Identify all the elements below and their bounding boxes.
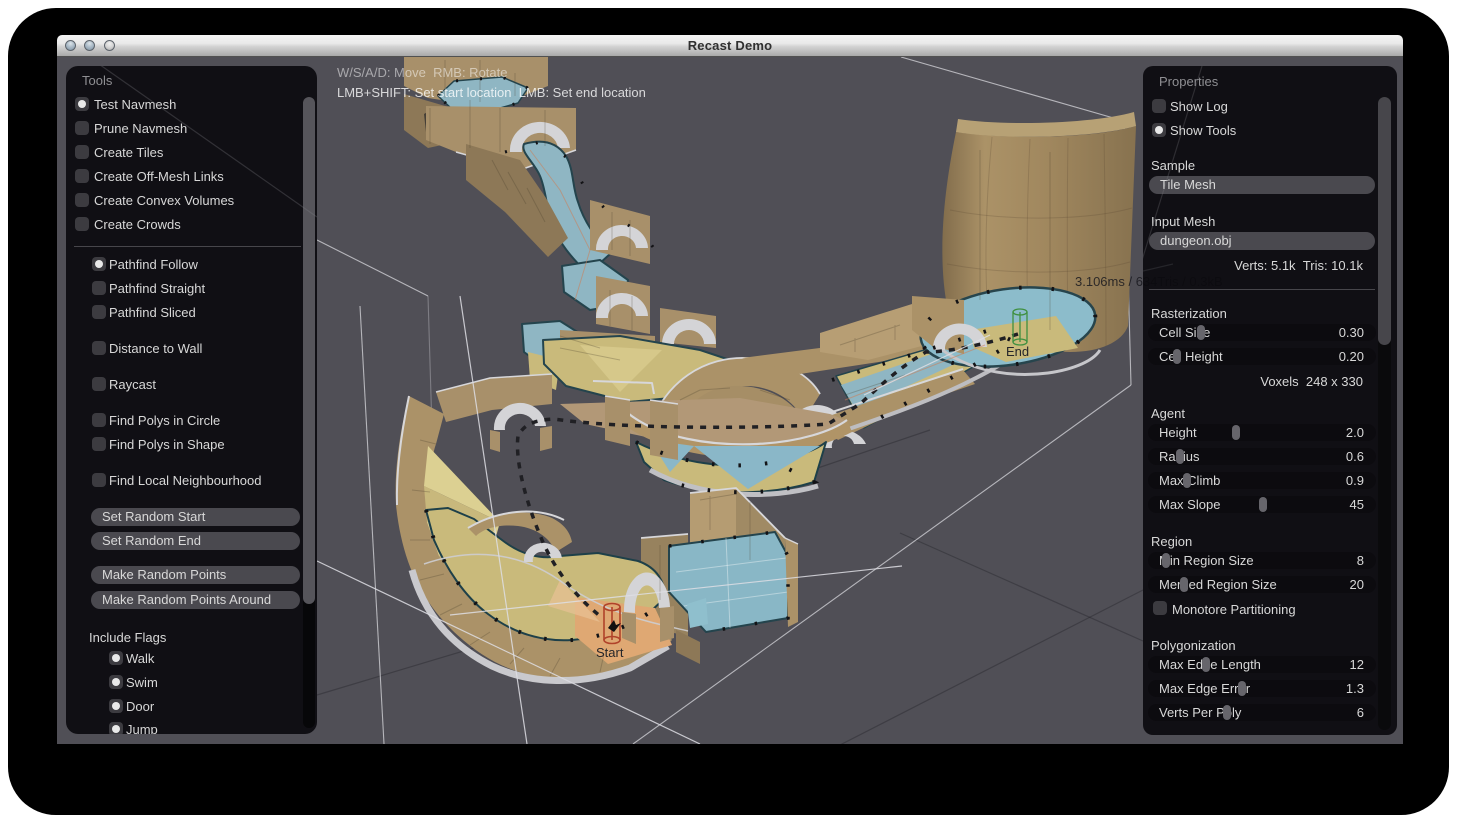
svg-text:End: End <box>1006 344 1029 359</box>
svg-text:Start: Start <box>596 645 624 660</box>
